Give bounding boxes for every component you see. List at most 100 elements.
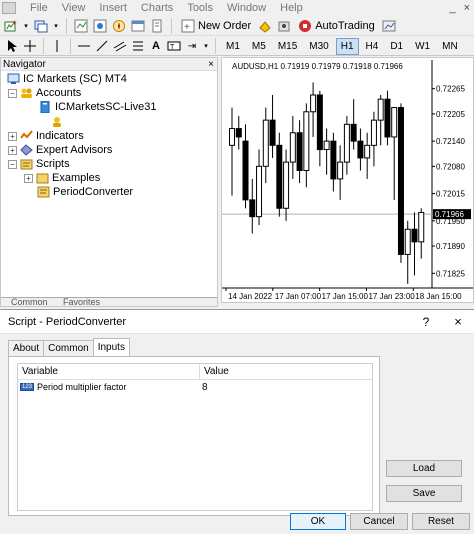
toolbar-separator [66, 17, 67, 34]
menu-insert[interactable]: Insert [99, 2, 127, 14]
close-window-button[interactable]: × [464, 2, 470, 14]
navigator-panel: Navigator × IC Markets (SC) MT4 − Accoun… [0, 57, 218, 307]
timeframe-w1[interactable]: W1 [410, 38, 435, 55]
collapse-icon[interactable]: − [8, 88, 17, 98]
candle [357, 128, 364, 171]
tree-item-expert-advisors[interactable]: + Expert Advisors [8, 144, 112, 156]
menu-window[interactable]: Window [227, 2, 266, 14]
cell-value[interactable]: 8 [200, 382, 372, 393]
vertical-line-icon[interactable] [49, 38, 65, 54]
candle [276, 132, 283, 217]
signals-icon[interactable] [276, 18, 292, 34]
timeframe-h1[interactable]: H1 [335, 37, 359, 55]
candle [330, 132, 337, 192]
menu-view[interactable]: View [62, 2, 86, 14]
svg-text:+: + [12, 19, 17, 27]
tree-item-scripts[interactable]: − Scripts [8, 158, 70, 170]
current-price-label: 0.71966 [435, 210, 464, 219]
close-icon[interactable]: × [208, 59, 214, 70]
tester-icon[interactable] [149, 18, 165, 34]
price-tick-label: 0.71890 [436, 242, 465, 251]
candle-body-bear [397, 107, 404, 255]
time-tick-label: 14 Jan 2022 [228, 292, 273, 301]
timeframe-m30[interactable]: M30 [304, 38, 333, 55]
trendline-icon[interactable] [94, 38, 110, 54]
tree-label-accounts: Accounts [36, 87, 82, 99]
candle-body-bull [391, 107, 398, 138]
chart-window[interactable]: 0.72265 0.72205 0.72140 0.72080 0.72015 0.719… [221, 57, 474, 303]
autotrading-icon [299, 19, 312, 32]
new-order-button[interactable]: + New Order [178, 17, 254, 35]
options-icon[interactable] [381, 18, 397, 34]
candle-body-bull [370, 119, 377, 146]
timeframe-m15[interactable]: M15 [273, 38, 302, 55]
timeframe-d1[interactable]: D1 [385, 38, 408, 55]
menu-tools[interactable]: Tools [187, 2, 213, 14]
tab-inputs[interactable]: Inputs [92, 338, 130, 356]
dropdown-arrow-icon[interactable]: ▾ [22, 18, 30, 34]
autotrading-button[interactable]: AutoTrading [295, 17, 378, 35]
data-window-icon[interactable] [92, 18, 108, 34]
reset-button[interactable]: Reset [412, 513, 470, 530]
table-header: Variable Value [18, 364, 372, 380]
tab-about[interactable]: About [8, 340, 45, 356]
tab-common[interactable]: Common [43, 340, 94, 356]
save-button[interactable]: Save [386, 485, 462, 502]
candle-body-bear [249, 199, 256, 218]
help-button[interactable]: ? [410, 315, 442, 329]
server-icon [40, 101, 50, 113]
tree-item-accounts[interactable]: − Accounts [8, 87, 81, 99]
menu-help[interactable]: Help [280, 2, 303, 14]
timeframe-m1[interactable]: M1 [221, 38, 245, 55]
timeframe-m5[interactable]: M5 [247, 38, 271, 55]
profiles-icon[interactable] [33, 18, 49, 34]
navigator-icon[interactable] [111, 18, 127, 34]
tree-label-terminal: IC Markets (SC) MT4 [23, 73, 127, 85]
window-system-icon[interactable] [2, 2, 16, 14]
autotrading-label: AutoTrading [315, 19, 375, 32]
collapse-icon[interactable]: − [8, 159, 17, 169]
fibonacci-icon[interactable] [130, 38, 146, 54]
tree-item-examples[interactable]: + Examples [24, 172, 100, 184]
terminal-icon[interactable] [130, 18, 146, 34]
tree-item-server[interactable]: ICMarketsSC-Live31 [39, 101, 156, 113]
new-chart-icon[interactable]: + [3, 18, 19, 34]
timeframe-mn[interactable]: MN [437, 38, 463, 55]
candle-body-bull [303, 111, 310, 172]
new-order-label: New Order [198, 19, 252, 32]
crosshair-icon[interactable] [22, 38, 38, 54]
price-tick-label: 0.72205 [436, 110, 465, 119]
candle [323, 128, 330, 175]
cursor-icon[interactable] [4, 38, 20, 54]
expand-icon[interactable]: + [8, 131, 17, 141]
cancel-button[interactable]: Cancel [350, 513, 408, 530]
dropdown-arrow-icon[interactable]: ▾ [202, 38, 210, 54]
table-row[interactable]: 123 Period multiplier factor 8 [18, 380, 372, 394]
channel-icon[interactable] [112, 38, 128, 54]
expand-icon[interactable]: + [8, 145, 17, 155]
tab-favorites[interactable]: Favorites [59, 297, 104, 307]
text-label-icon[interactable]: T [166, 38, 182, 54]
market-watch-icon[interactable] [73, 18, 89, 34]
minimize-button[interactable]: _ [449, 2, 455, 14]
expand-icon[interactable]: + [24, 173, 33, 183]
dropdown-arrow-icon[interactable]: ▾ [52, 18, 60, 34]
arrows-icon[interactable]: ⇥ [184, 38, 200, 54]
tree-item-account-entry[interactable] [51, 116, 64, 128]
load-button[interactable]: Load [386, 460, 462, 477]
meta-editor-icon[interactable] [257, 18, 273, 34]
dialog-close-button[interactable]: × [442, 314, 474, 329]
tab-common[interactable]: Common [7, 297, 52, 307]
timeframe-h4[interactable]: H4 [361, 38, 384, 55]
menu-file[interactable]: File [30, 2, 48, 14]
menu-charts[interactable]: Charts [141, 2, 173, 14]
ok-button[interactable]: OK [290, 513, 346, 530]
terminal-icon [7, 73, 20, 84]
tree-item-periodconverter[interactable]: PeriodConverter [37, 186, 133, 198]
tree-item-terminal[interactable]: IC Markets (SC) MT4 [7, 73, 127, 85]
text-tool-icon[interactable]: A [148, 38, 164, 54]
tree-item-indicators[interactable]: + Indicators [8, 130, 84, 142]
candle [269, 94, 276, 158]
chart-canvas[interactable]: 0.72265 0.72205 0.72140 0.72080 0.72015 0.719… [222, 58, 473, 302]
horizontal-line-icon[interactable] [76, 38, 92, 54]
